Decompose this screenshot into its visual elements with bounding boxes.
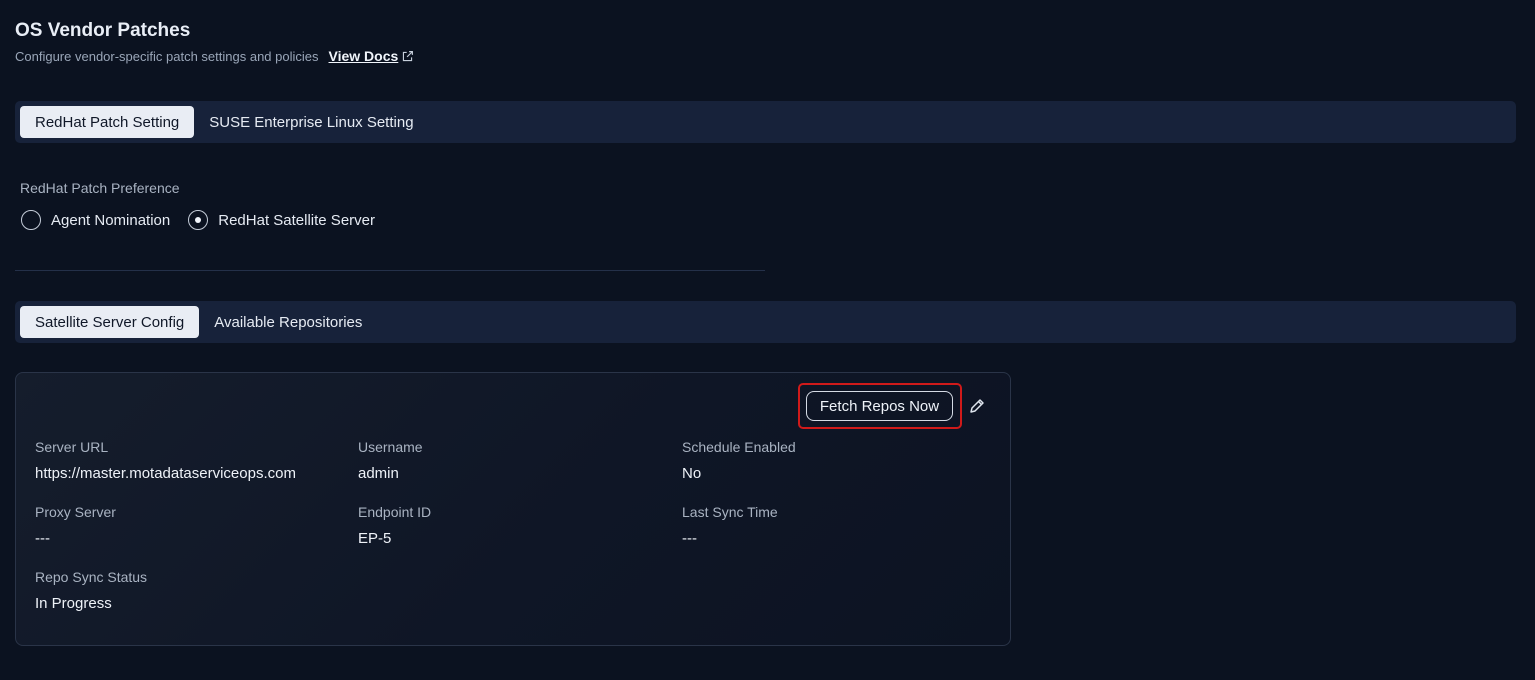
satellite-config-card: Fetch Repos Now Server URL https://maste… [15, 372, 1011, 646]
radio-button[interactable] [21, 210, 41, 230]
field-label: Server URL [35, 439, 109, 455]
field-value: admin [358, 465, 399, 482]
field-value: --- [682, 530, 697, 547]
fetch-repos-now-button[interactable]: Fetch Repos Now [806, 391, 953, 421]
radio-label: Agent Nomination [51, 211, 171, 229]
tab-suse-enterprise-linux-setting[interactable]: SUSE Enterprise Linux Setting [194, 106, 428, 138]
page-title: OS Vendor Patches [15, 20, 191, 41]
external-link-icon [403, 50, 414, 61]
vendor-tabs: RedHat Patch Setting SUSE Enterprise Lin… [15, 101, 1516, 143]
view-docs-link[interactable]: View Docs [329, 48, 415, 64]
field-username: Username admin [358, 439, 423, 482]
radio-label: RedHat Satellite Server [218, 211, 375, 229]
field-value: No [682, 465, 702, 482]
subtitle-row: Configure vendor-specific patch settings… [15, 48, 414, 64]
field-server-url: Server URL https://master.motadataservic… [35, 439, 296, 482]
view-docs-label: View Docs [328, 48, 399, 64]
field-repo-sync-status: Repo Sync Status In Progress [35, 569, 147, 612]
field-value: https://master.motadataserviceops.com [35, 465, 296, 482]
field-label: Username [358, 439, 423, 455]
field-last-sync-time: Last Sync Time --- [682, 504, 778, 547]
field-proxy-server: Proxy Server --- [35, 504, 116, 547]
field-label: Endpoint ID [358, 504, 432, 520]
field-endpoint-id: Endpoint ID EP-5 [358, 504, 431, 547]
tab-available-repositories[interactable]: Available Repositories [199, 306, 377, 338]
field-value: In Progress [35, 595, 112, 612]
field-label: Last Sync Time [682, 504, 778, 520]
field-value: --- [35, 530, 50, 547]
field-label: Schedule Enabled [682, 439, 796, 455]
pencil-icon[interactable] [968, 397, 986, 415]
radio-option-agent-nomination[interactable]: Agent Nomination [21, 210, 170, 230]
tab-satellite-server-config[interactable]: Satellite Server Config [20, 306, 200, 338]
field-label: Proxy Server [35, 504, 116, 520]
config-tabs: Satellite Server Config Available Reposi… [15, 301, 1516, 343]
field-value: EP-5 [358, 530, 392, 547]
field-schedule-enabled: Schedule Enabled No [682, 439, 796, 482]
radio-option-redhat-satellite-server[interactable]: RedHat Satellite Server [188, 210, 375, 230]
radio-button-checked[interactable] [188, 210, 209, 230]
os-vendor-patches-page: OS Vendor Patches Configure vendor-speci… [0, 0, 1535, 680]
tab-redhat-patch-setting[interactable]: RedHat Patch Setting [20, 106, 195, 138]
field-label: Repo Sync Status [35, 569, 148, 585]
patch-preference-radio-group: Agent Nomination RedHat Satellite Server [21, 210, 393, 230]
patch-preference-label: RedHat Patch Preference [20, 180, 180, 196]
section-divider [15, 270, 765, 271]
page-subtitle: Configure vendor-specific patch settings… [15, 48, 319, 64]
